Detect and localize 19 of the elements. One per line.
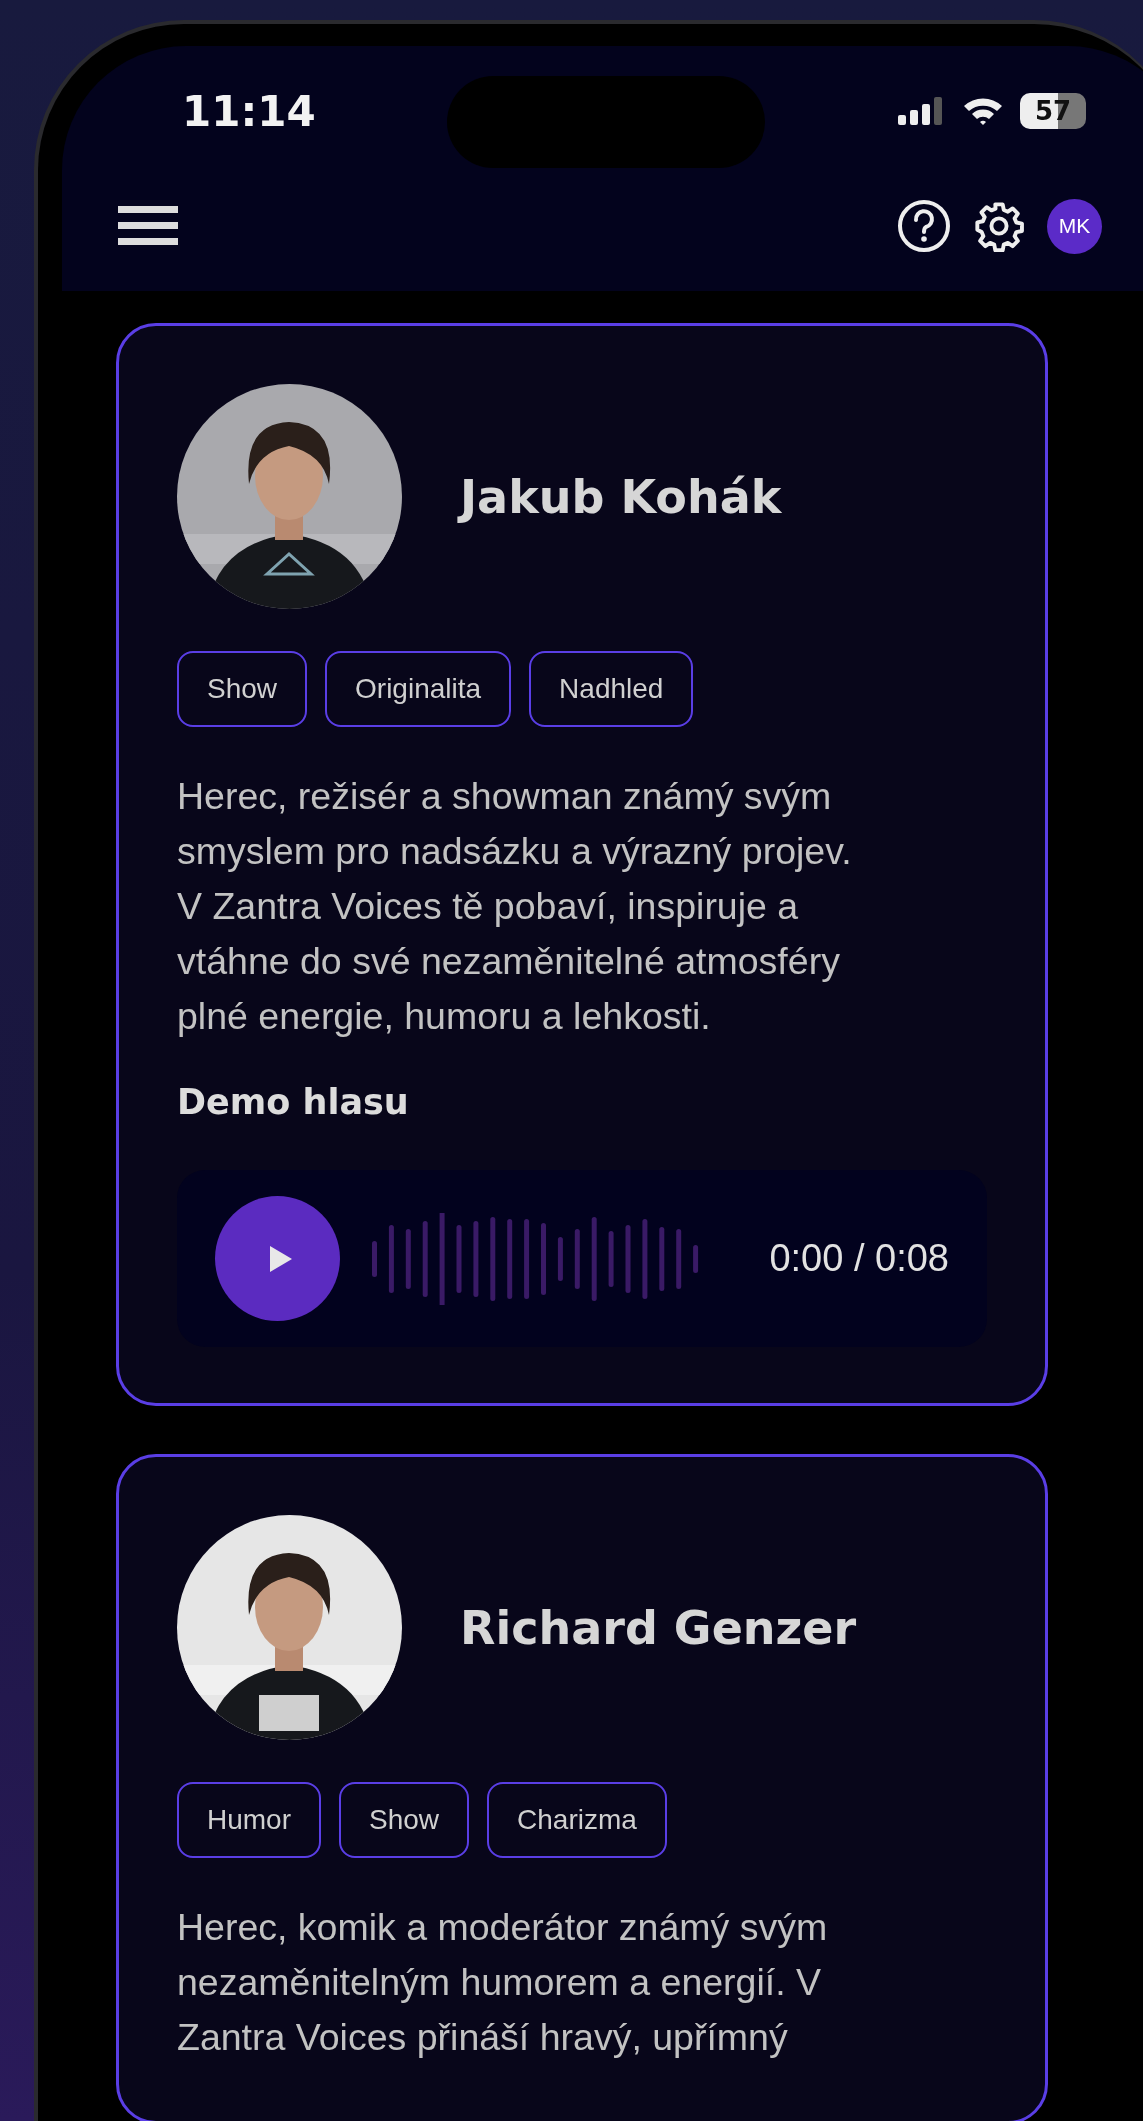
battery-icon: 57: [1020, 93, 1086, 129]
demo-heading: Demo hlasu: [177, 1082, 410, 1122]
tag: Show: [339, 1782, 470, 1858]
user-avatar[interactable]: MK: [1047, 198, 1102, 254]
tag: Originalita: [325, 651, 512, 727]
tag: Show: [177, 651, 308, 727]
speaker-description: Herec, komik a moderátor známý svým nezaměnitelným humorem a energií. V Zantra Voices přináší hravý, upřímný: [177, 1905, 829, 2060]
settings-icon[interactable]: [973, 200, 1025, 252]
playback-time: 0:00 / 0:08: [769, 1237, 949, 1280]
tag: Charizma: [487, 1782, 667, 1858]
tag: Humor: [177, 1782, 321, 1858]
help-icon[interactable]: [897, 199, 951, 253]
speaker-name: Richard Genzer: [460, 1600, 857, 1655]
menu-icon[interactable]: [118, 204, 178, 248]
speaker-description: Herec, režisér a showman známý svým smyslem pro nadsázku a výrazný projev. V Zantra Voices tě pobaví, inspiruje a vtáhne do své nezaměnitelné atmosféry plné energie, humoru a lehkosti.: [177, 774, 853, 1039]
play-icon: [267, 1243, 294, 1274]
status-time: 11:14: [182, 86, 316, 136]
wifi-icon: [962, 96, 1004, 126]
tag: Nadhled: [529, 651, 694, 727]
